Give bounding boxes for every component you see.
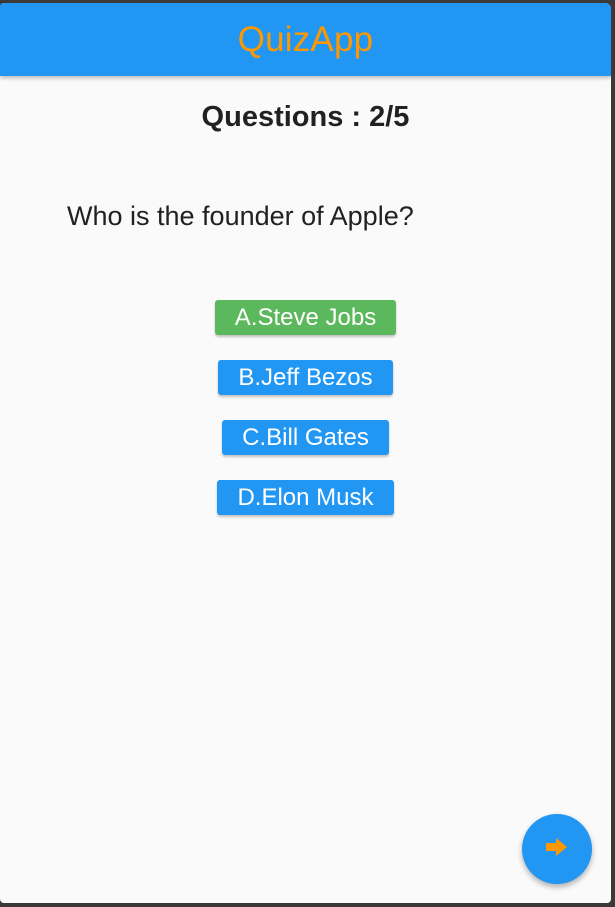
app-bar: QuizApp [0,3,611,76]
question-text: Who is the founder of Apple? [67,201,414,231]
option-b-button[interactable]: B.Jeff Bezos [218,360,393,395]
app-window: QuizApp Questions : 2/5 Who is the found… [0,3,611,903]
question-counter: Questions : 2/5 [201,101,410,133]
option-d-button[interactable]: D.Elon Musk [217,480,394,515]
app-title: QuizApp [237,19,374,59]
option-c-button[interactable]: C.Bill Gates [222,420,389,455]
answer-options: A.Steve Jobs B.Jeff Bezos C.Bill Gates D… [0,300,611,515]
arrow-right-icon [546,837,568,861]
next-question-button[interactable] [522,814,592,884]
option-a-button[interactable]: A.Steve Jobs [214,300,397,335]
